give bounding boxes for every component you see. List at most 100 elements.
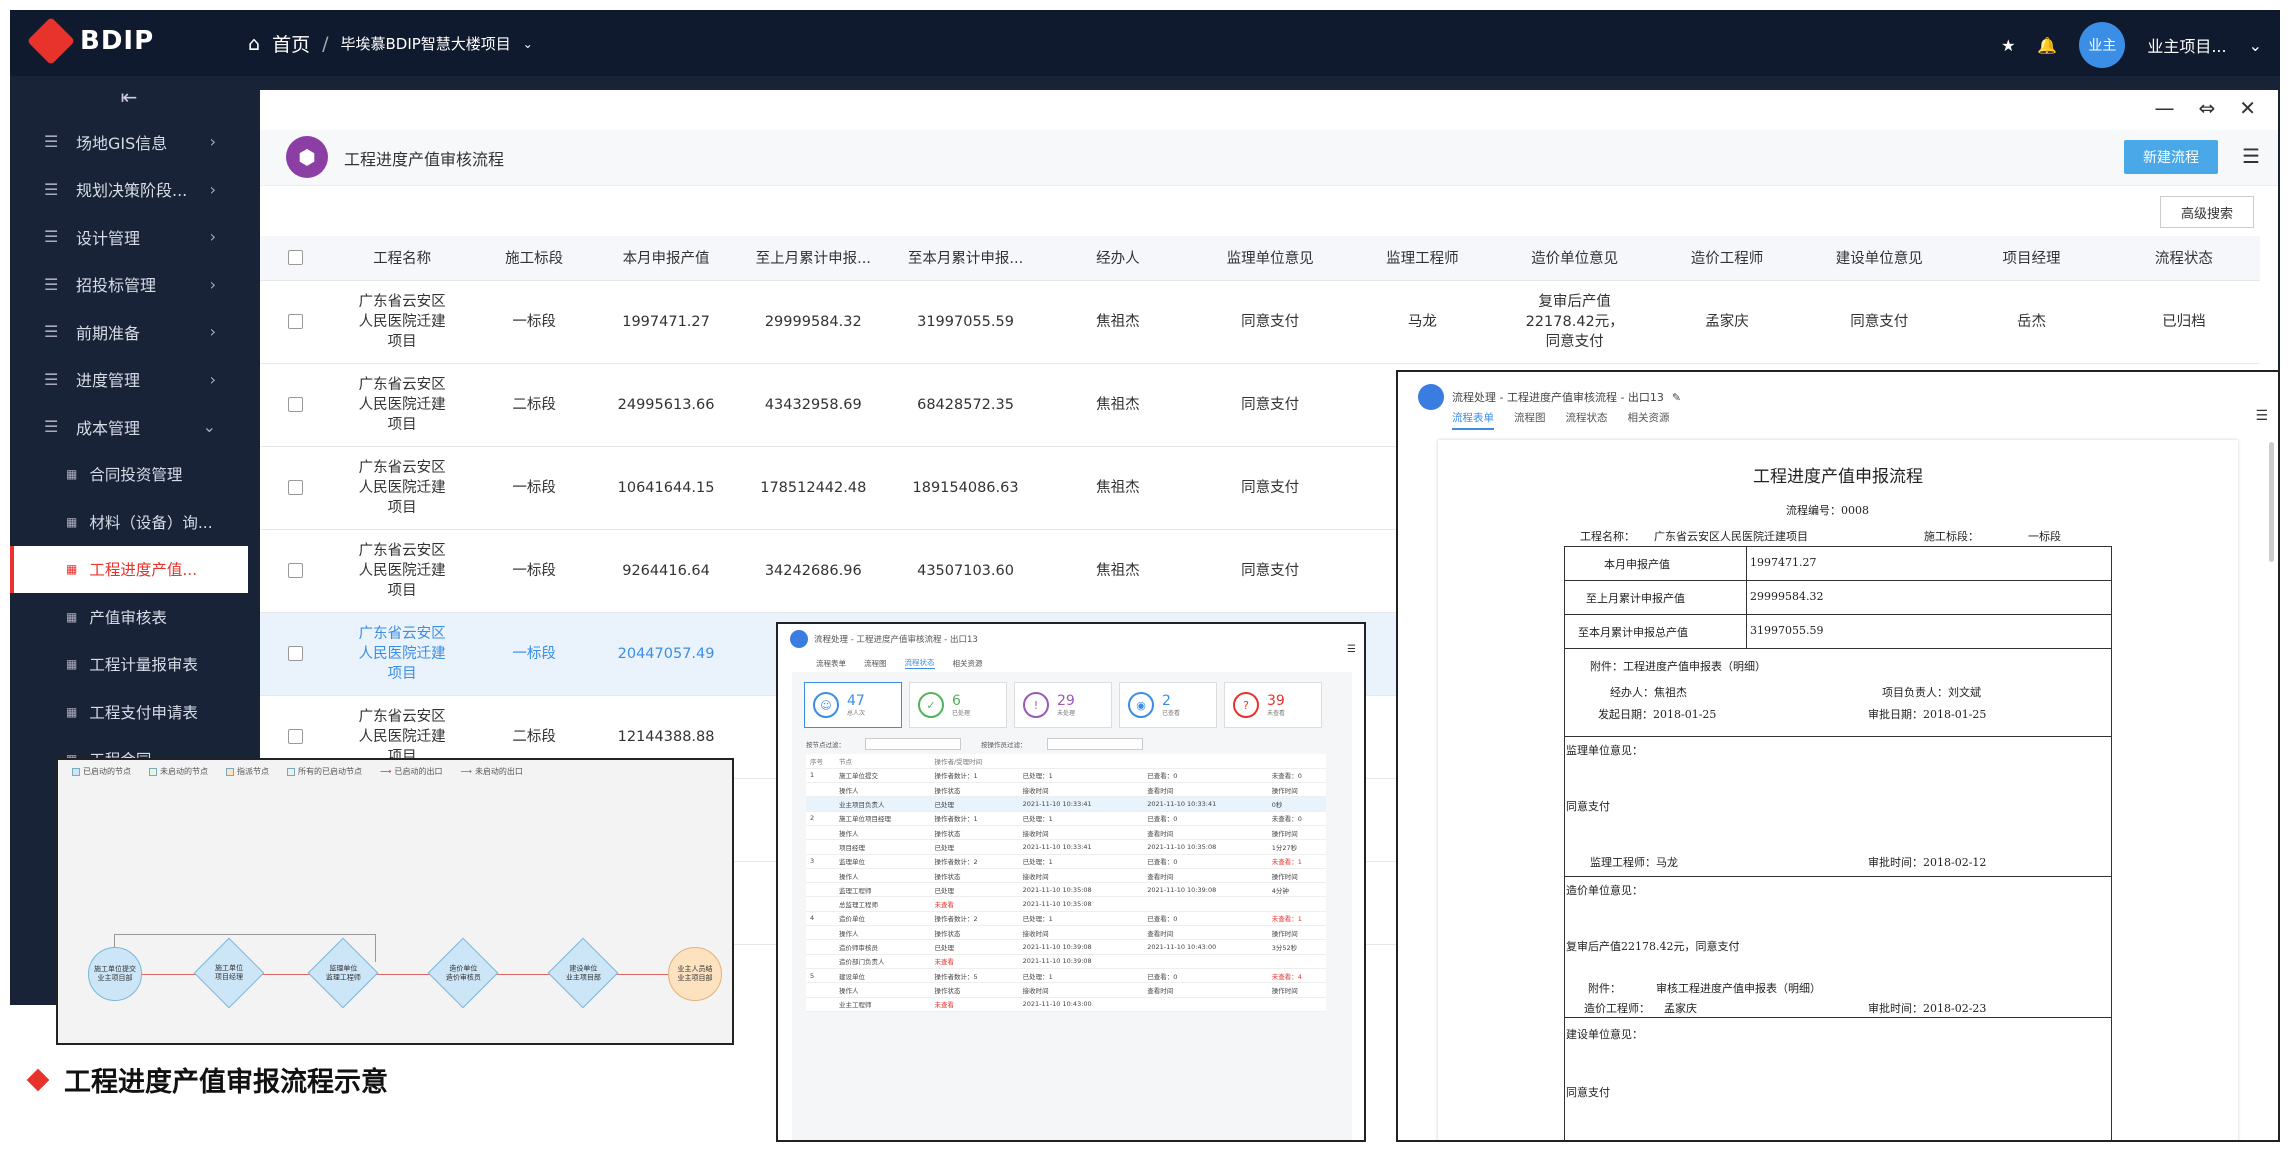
row-checkbox[interactable]: [288, 729, 304, 744]
cost-attachment-link[interactable]: 审核工程进度产值申报表（明细）: [1656, 980, 1821, 996]
avatar[interactable]: 业主: [2079, 22, 2126, 68]
status-row[interactable]: 操作人 操作状态 接收时间 查看时间 操作时间: [806, 925, 1326, 941]
doc-title: 工程进度产值申报流程: [1753, 467, 1923, 487]
scrollbar[interactable]: [2269, 442, 2274, 562]
tab-resources[interactable]: 相关资源: [953, 658, 983, 669]
sidebar-sub-payment[interactable]: ▦ 工程支付申请表: [10, 688, 248, 736]
user-chevron-icon[interactable]: ⌄: [2249, 36, 2262, 55]
status-cell: 已处理：1: [1018, 968, 1144, 984]
sidebar-item-gis[interactable]: ☰ 场地GIS信息 ›: [10, 118, 248, 166]
status-row[interactable]: 业主工程师 未查看 2021-11-10 10:43:00: [806, 997, 1326, 1012]
chevron-down-icon[interactable]: ⌄: [523, 37, 533, 51]
advanced-search-button[interactable]: 高级搜索: [2160, 196, 2254, 228]
status-row[interactable]: 操作人 操作状态 接收时间 查看时间 操作时间: [806, 825, 1326, 841]
row-checkbox[interactable]: [288, 397, 304, 412]
tab-resources[interactable]: 相关资源: [1628, 410, 1670, 430]
status-row[interactable]: 1 施工单位提交 操作者数计：1 已处理：1 已查看：0 未查看：0: [806, 768, 1326, 784]
col-header[interactable]: 施工标段: [473, 236, 595, 281]
col-header[interactable]: 至本月累计申报...: [889, 236, 1042, 281]
select-all-checkbox[interactable]: [288, 250, 304, 266]
status-col-header: 序号: [806, 754, 835, 769]
close-icon[interactable]: ✕: [2239, 96, 2256, 120]
sidebar-item-planning[interactable]: ☰ 规划决策阶段... ›: [10, 166, 248, 214]
sidebar-item-preparation[interactable]: ☰ 前期准备 ›: [10, 308, 248, 356]
col-header[interactable]: 造价单位意见: [1498, 236, 1651, 281]
col-header[interactable]: 项目经理: [1955, 236, 2108, 281]
flow-node[interactable]: 造价单位 造价审核员: [427, 937, 499, 1009]
stat-processed[interactable]: ✓ 6 已处理: [909, 682, 1007, 728]
status-row[interactable]: 造价部门负责人 未查看 2021-11-10 10:39:08: [806, 954, 1326, 969]
row-checkbox[interactable]: [288, 646, 304, 661]
stat-unprocessed[interactable]: ! 29 未处理: [1014, 682, 1112, 728]
table-row[interactable]: 广东省云安区人民医院迁建项目 一标段 1997471.27 29999584.32 31…: [260, 280, 2260, 364]
status-row[interactable]: 监理工程师 已处理 2021-11-10 10:35:08 2021-11-10 10…: [806, 882, 1326, 898]
status-row[interactable]: 操作人 操作状态 接收时间 查看时间 操作时间: [806, 782, 1326, 798]
status-row[interactable]: 业主项目负责人 已处理 2021-11-10 10:33:41 2021-11-10 …: [806, 796, 1326, 812]
tab-status[interactable]: 流程状态: [904, 657, 935, 669]
sidebar-item-progress[interactable]: ☰ 进度管理 ›: [10, 356, 248, 404]
stat-unviewed[interactable]: ? 39 未查看: [1224, 682, 1322, 728]
tab-form[interactable]: 流程表单: [1452, 410, 1494, 430]
status-row[interactable]: 4 造价单位 操作者数计：2 已处理：1 已查看：0 未查看：1: [806, 911, 1326, 927]
edit-icon[interactable]: ✎: [1672, 391, 1681, 404]
operator-filter-input[interactable]: [1046, 738, 1143, 750]
node-filter-select[interactable]: [865, 738, 961, 750]
col-header[interactable]: 工程名称: [331, 236, 474, 281]
col-header[interactable]: 监理工程师: [1346, 236, 1499, 281]
col-header[interactable]: 至上月累计申报...: [737, 236, 890, 281]
tab-form[interactable]: 流程表单: [816, 658, 846, 669]
user-name[interactable]: 业主项目...: [2147, 33, 2226, 57]
sidebar-sub-material[interactable]: ▦ 材料（设备）询...: [10, 498, 248, 546]
maximize-icon[interactable]: ⇔: [2198, 96, 2215, 120]
star-icon[interactable]: ★: [2001, 36, 2015, 55]
status-row[interactable]: 3 监理单位 操作者数计：2 已处理：1 已查看：0 未查看：1: [806, 854, 1326, 869]
sidebar-item-design[interactable]: ☰ 设计管理 ›: [10, 213, 248, 261]
status-row[interactable]: 2 施工单位项目经理 操作者数计：1 已处理：1 已查看：0 未查看：0: [806, 811, 1326, 826]
status-row[interactable]: 造价师审核员 已处理 2021-11-10 10:39:08 2021-11-10 1…: [806, 939, 1326, 955]
col-header[interactable]: 监理单位意见: [1193, 236, 1347, 281]
flow-node-start[interactable]: 施工单位提交 业主项目部: [88, 947, 142, 1001]
table-icon: ▦: [66, 704, 78, 719]
status-row[interactable]: 操作人 操作状态 接收时间 查看时间 操作时间: [806, 982, 1326, 998]
status-row[interactable]: 5 建设单位 操作者数计：5 已处理：1 已查看：0 未查看：4: [806, 968, 1326, 984]
stat-viewed[interactable]: ◉ 2 已查看: [1119, 682, 1217, 728]
col-header[interactable]: 经办人: [1041, 236, 1194, 281]
home-icon[interactable]: ⌂: [248, 33, 260, 55]
stat-total[interactable]: ☺ 47 总人次: [804, 682, 902, 728]
project-selector[interactable]: 毕埃慕BDIP智慧大楼项目: [340, 33, 510, 54]
flow-node[interactable]: 建设单位 业主项目部: [547, 937, 619, 1009]
col-header[interactable]: 本月申报产值: [595, 236, 738, 281]
list-icon[interactable]: ☰: [1347, 644, 1356, 655]
sidebar-item-cost[interactable]: ☰ 成本管理 ⌄: [10, 403, 248, 451]
minimize-icon[interactable]: —: [2154, 96, 2174, 120]
list-view-icon[interactable]: ☰: [2242, 144, 2260, 168]
status-row[interactable]: 总监理工程师 未查看 2021-11-10 10:35:08: [806, 896, 1326, 912]
status-cell: 操作人: [834, 782, 931, 798]
flow-node-end[interactable]: 业主人员结 业主项目部: [668, 947, 722, 1001]
col-header[interactable]: 造价工程师: [1650, 236, 1804, 281]
row-checkbox[interactable]: [288, 314, 304, 329]
attachment-link[interactable]: 附件：工程进度产值申报表（明细）: [1590, 658, 1766, 674]
row-checkbox[interactable]: [288, 480, 304, 495]
sidebar-item-bidding[interactable]: ☰ 招投标管理 ›: [10, 261, 248, 309]
row-checkbox[interactable]: [288, 563, 304, 578]
list-icon[interactable]: ☰: [2255, 408, 2268, 424]
tab-status[interactable]: 流程状态: [1566, 410, 1608, 430]
col-header[interactable]: 建设单位意见: [1803, 236, 1956, 281]
col-header[interactable]: 流程状态: [2107, 236, 2260, 281]
sidebar-sub-measure[interactable]: ▦ 工程计量报审表: [10, 641, 248, 689]
status-row[interactable]: 项目经理 已处理 2021-11-10 10:33:41 2021-11-10 10:…: [806, 839, 1326, 855]
table-cell: 31997055.59: [889, 280, 1042, 364]
tab-diagram[interactable]: 流程图: [1514, 410, 1546, 430]
new-process-button[interactable]: 新建流程: [2124, 140, 2218, 174]
bell-icon[interactable]: 🔔: [2037, 36, 2057, 55]
status-row[interactable]: 操作人 操作状态 接收时间 查看时间 操作时间: [806, 868, 1326, 884]
breadcrumb-home[interactable]: 首页: [272, 30, 310, 57]
status-cell: 5: [806, 968, 835, 984]
sidebar-collapse-icon[interactable]: ⇤: [10, 76, 248, 118]
sidebar-sub-progress-value[interactable]: ▦ 工程进度产值...: [10, 545, 248, 593]
logo[interactable]: BDIP: [26, 16, 154, 66]
sidebar-sub-contract[interactable]: ▦ 合同投资管理: [10, 451, 248, 499]
tab-diagram[interactable]: 流程图: [864, 658, 887, 669]
sidebar-sub-audit[interactable]: ▦ 产值审核表: [10, 593, 248, 641]
